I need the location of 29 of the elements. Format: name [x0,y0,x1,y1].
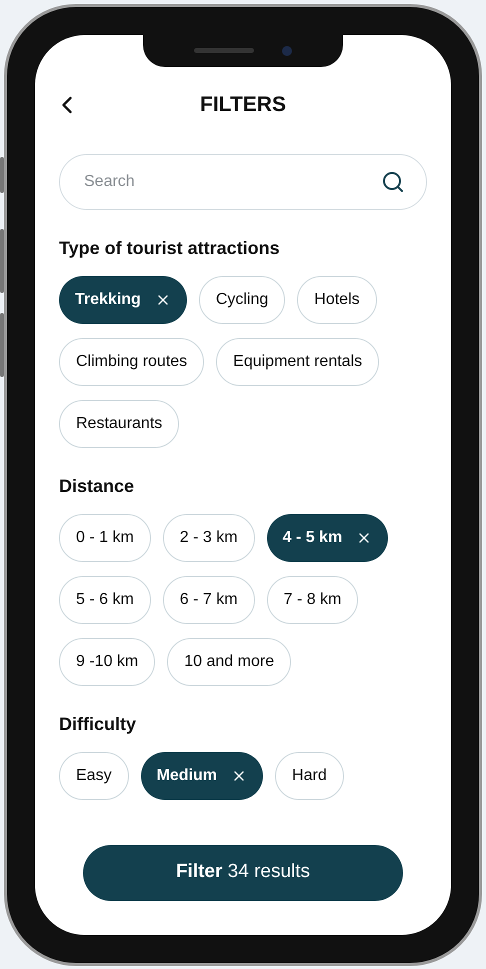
filter-chip[interactable]: Hard [275,752,344,800]
filter-button[interactable]: Filter 34 results [83,844,403,900]
section-heading: Distance [59,474,136,498]
search-field[interactable]: Search [59,154,427,210]
filter-chip[interactable]: Hotels [297,276,377,324]
filter-chip[interactable]: 2 - 3 km [162,514,255,562]
filter-chip[interactable]: 10 and more [167,638,292,686]
side-button-icon [0,156,4,192]
filter-chip[interactable]: Easy [59,752,129,800]
filter-chip[interactable]: Cycling [198,276,286,324]
filter-chip[interactable]: Equipment rentals [216,338,380,386]
filter-chip[interactable]: Trekking [59,276,187,324]
filter-chip[interactable]: 0 - 1 km [59,514,151,562]
speaker-icon [194,48,254,53]
filter-chip[interactable]: 6 - 7 km [162,576,255,624]
camera-icon [282,46,292,56]
page-title: FILTERS [200,92,286,118]
filter-chip[interactable]: Medium [140,752,264,800]
side-button-icon [0,228,4,292]
filter-chip[interactable]: 5 - 6 km [59,576,151,624]
filter-chip[interactable]: Climbing routes [59,338,204,386]
filter-chip[interactable]: 4 - 5 km [266,514,388,562]
filter-chip[interactable]: 9 -10 km [59,638,156,686]
section-heading: Type of tourist attractions [59,236,281,260]
filter-chip[interactable]: 7 - 8 km [266,576,358,624]
side-button-icon [0,312,4,376]
search-icon [381,170,405,194]
filter-chip[interactable]: Restaurants [59,400,180,448]
section-heading: Difficulty [59,712,138,736]
